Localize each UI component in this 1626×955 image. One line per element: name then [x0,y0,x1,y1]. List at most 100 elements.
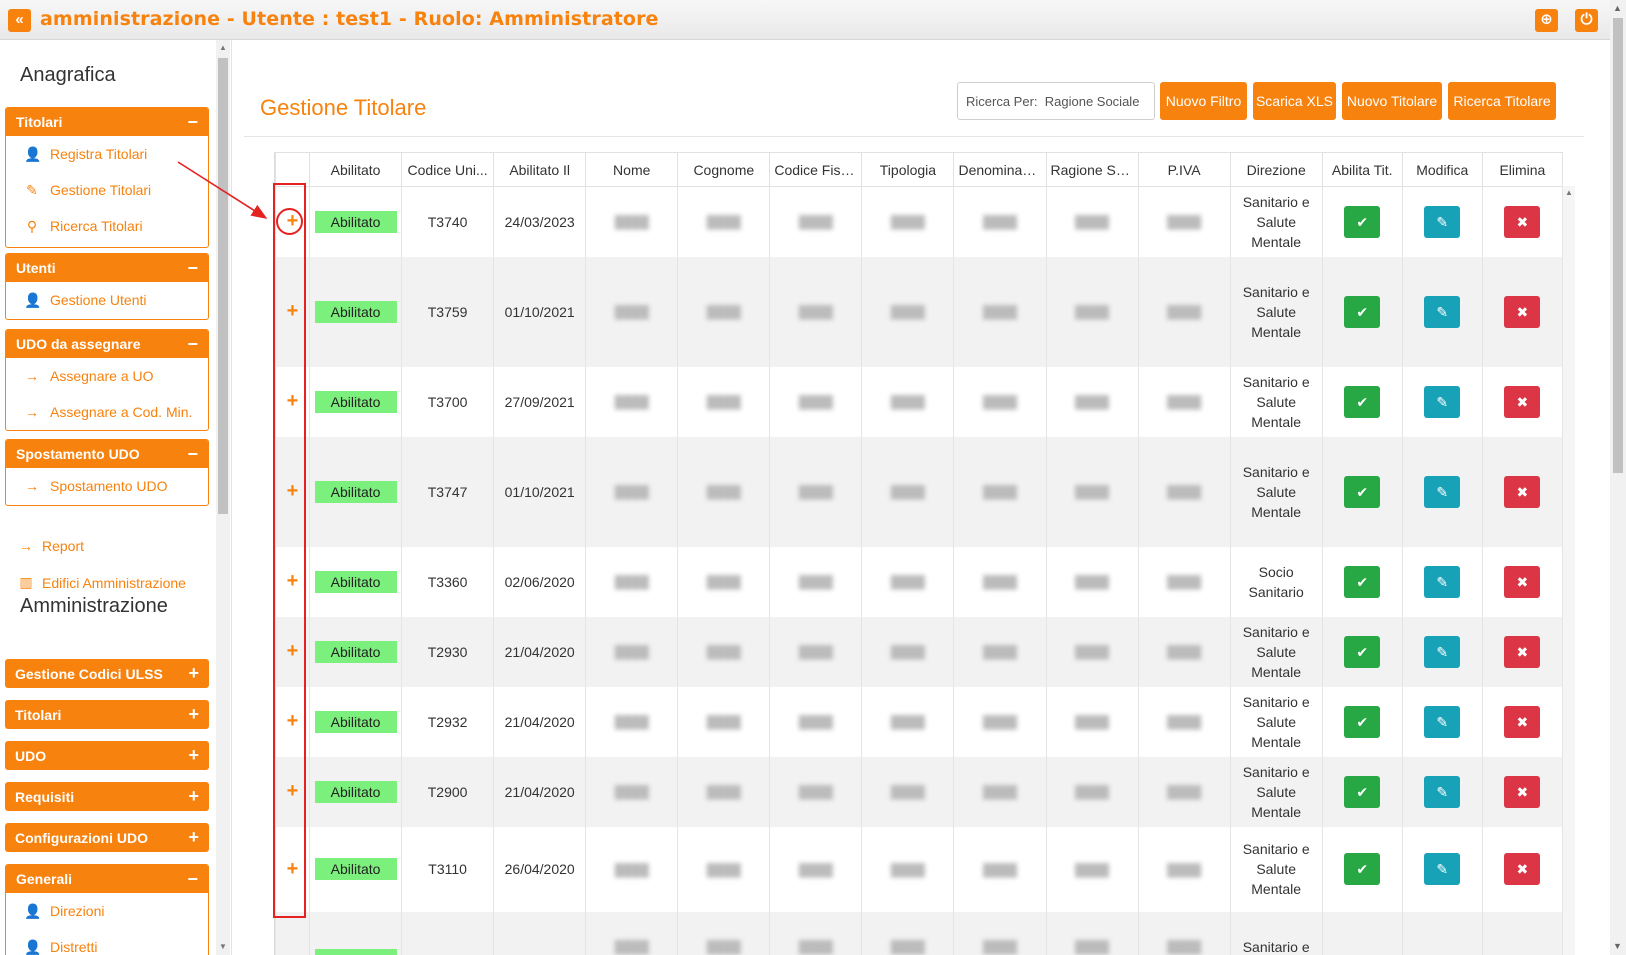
sidebar-item-registra-titolari[interactable]: 👤 Registra Titolari [6,136,208,172]
modifica-button[interactable]: ✎ [1424,295,1461,328]
modifica-button[interactable]: ✎ [1424,853,1461,885]
panel-spostamento-header[interactable]: Spostamento UDO − [6,440,208,468]
column-header[interactable]: Nome [585,152,679,187]
column-header[interactable]: Abilitato [309,152,403,187]
table-scrollbar[interactable]: ▲ [1563,186,1575,955]
abilita-button[interactable]: ✔ [1344,385,1381,418]
scroll-down-icon[interactable]: ▼ [1613,941,1622,951]
sidebar-item-direzioni[interactable]: 👤 Direzioni [6,893,208,929]
modifica-button[interactable]: ✎ [1424,705,1461,738]
redacted-cell: ████ [861,436,955,547]
modifica-button[interactable]: ✎ [1424,635,1461,668]
panel-titolari-header[interactable]: Titolari − [6,108,208,136]
scroll-down-icon[interactable]: ▼ [219,942,227,951]
search-input[interactable] [957,82,1155,120]
elimina-button[interactable]: ✖ [1504,565,1541,598]
scroll-up-icon[interactable]: ▲ [219,43,227,52]
elimina-button[interactable]: ✖ [1504,775,1541,808]
elimina-button[interactable]: ✖ [1504,853,1541,885]
collapse-icon[interactable]: − [187,869,198,890]
redacted-cell: ████ [953,186,1047,257]
column-header[interactable]: Denominazi... [953,152,1047,187]
sidebar-item-distretti[interactable]: 👤 Distretti [6,929,208,955]
sidebar-scrollbar[interactable]: ▲ ▼ [216,40,230,955]
panel-titolari-admin[interactable]: Titolari + [5,700,209,729]
elimina-button[interactable]: ✖ [1504,205,1541,238]
column-header[interactable]: Abilitato Il [493,152,587,187]
column-header[interactable]: Direzione [1229,152,1323,187]
panel-udo-assegnare-header[interactable]: UDO da assegnare − [6,330,208,358]
expand-icon[interactable]: + [188,827,199,848]
power-icon[interactable]: ⏻ [1575,9,1598,32]
modifica-button[interactable]: ✎ [1424,475,1461,508]
scroll-up-icon[interactable]: ▲ [1565,188,1573,197]
nuovo-filtro-button[interactable]: Nuovo Filtro [1160,82,1247,120]
column-header[interactable]: Codice Fisc... [769,152,863,187]
sidebar-item-assegnare-cod-min[interactable]: → Assegnare a Cod. Min. [6,394,208,430]
sidebar-scroll-thumb[interactable] [218,58,228,514]
column-header[interactable]: Ragione So... [1045,152,1139,187]
redacted-value: ████ [614,785,649,799]
sidebar-item-report[interactable]: → Report [18,538,84,554]
panel-spostamento-udo: Spostamento UDO − → Spostamento UDO [5,439,209,506]
elimina-button[interactable]: ✖ [1504,295,1541,328]
panel-generali-header[interactable]: Generali − [6,865,208,893]
codice-cell: T3700 [401,366,495,437]
sidebar-item-ricerca-titolari[interactable]: ⚲ Ricerca Titolari [6,208,208,244]
redacted-cell: ████ [861,616,955,687]
abilita-button[interactable]: ✔ [1344,775,1381,808]
nuovo-titolare-button[interactable]: Nuovo Titolare [1342,82,1442,120]
sidebar-item-gestione-titolari[interactable]: ✎ Gestione Titolari [6,172,208,208]
collapse-sidebar-icon[interactable]: « [8,9,31,32]
panel-requisiti[interactable]: Requisiti + [5,782,209,811]
column-header[interactable]: Codice Uni... [401,152,495,187]
modifica-button[interactable]: ✎ [1424,205,1461,238]
scarica-xls-button[interactable]: Scarica XLS [1253,82,1336,120]
collapse-icon[interactable]: − [187,444,198,465]
abilita-button[interactable]: ✔ [1344,705,1381,738]
sidebar-item-gestione-utenti[interactable]: 👤 Gestione Utenti [6,282,208,318]
column-header[interactable]: P.IVA [1137,152,1231,187]
expand-icon[interactable]: + [188,786,199,807]
modifica-button[interactable]: ✎ [1424,565,1461,598]
page-scrollbar[interactable]: ▲ ▼ [1610,0,1626,955]
abilita-button[interactable]: ✔ [1344,205,1381,238]
elimina-button[interactable]: ✖ [1504,705,1541,738]
panel-configurazioni-udo[interactable]: Configurazioni UDO + [5,823,209,852]
column-header[interactable]: Cognome [677,152,771,187]
redacted-cell: ████ [861,366,955,437]
abilita-button[interactable]: ✔ [1344,565,1381,598]
column-header[interactable]: Tipologia [861,152,955,187]
abilita-button[interactable]: ✔ [1344,475,1381,508]
redacted-value: ████ [890,215,925,230]
sidebar-item-edifici[interactable]: ▥ Edifici Amministrazione [18,574,186,591]
ricerca-titolare-button[interactable]: Ricerca Titolare [1448,82,1556,120]
panel-utenti-header[interactable]: Utenti − [6,254,208,282]
abilita-button[interactable]: ✔ [1344,853,1381,885]
abilita-cell: ✔ [1321,826,1403,912]
page-scroll-thumb[interactable] [1613,18,1623,473]
modifica-button[interactable]: ✎ [1424,775,1461,808]
sidebar-item-assegnare-uo[interactable]: → Assegnare a UO [6,358,208,394]
abilita-button[interactable]: ✔ [1344,295,1381,328]
scroll-up-icon[interactable]: ▲ [1613,3,1622,13]
redacted-value: ████ [1075,715,1110,729]
elimina-button[interactable]: ✖ [1504,385,1541,418]
sidebar-item-spostamento-udo[interactable]: → Spostamento UDO [6,468,208,504]
highlight-rectangle [273,183,306,918]
collapse-icon[interactable]: − [187,112,198,133]
elimina-button[interactable]: ✖ [1504,475,1541,508]
abilita-button[interactable]: ✔ [1344,635,1381,668]
expand-icon[interactable]: + [188,745,199,766]
expand-icon[interactable]: + [188,704,199,725]
redacted-value: ████ [1075,862,1110,877]
redacted-cell: ████ [677,186,771,257]
panel-udo[interactable]: UDO + [5,741,209,770]
panel-gestione-codici-ulss[interactable]: Gestione Codici ULSS + [5,659,209,688]
elimina-button[interactable]: ✖ [1504,635,1541,668]
collapse-icon[interactable]: − [187,334,198,355]
globe-icon[interactable]: ⊕ [1535,9,1558,32]
collapse-icon[interactable]: − [187,258,198,279]
expand-icon[interactable]: + [188,663,199,684]
modifica-button[interactable]: ✎ [1424,385,1461,418]
